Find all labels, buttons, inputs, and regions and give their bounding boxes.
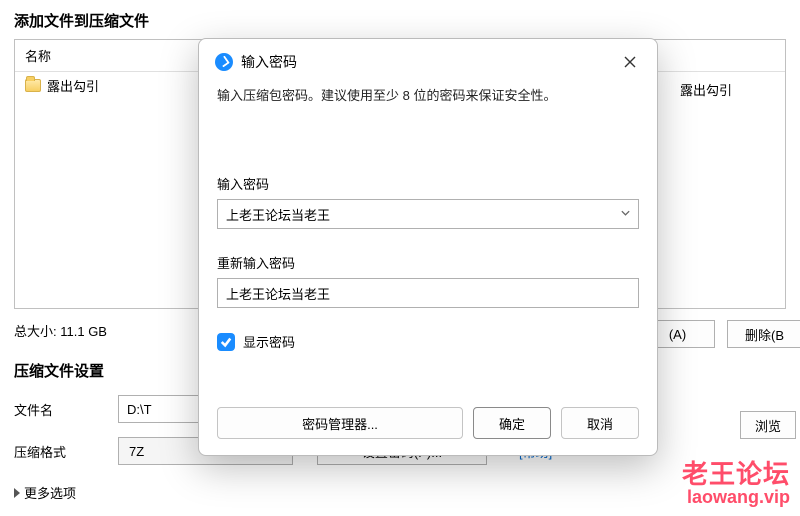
window-title: 添加文件到压缩文件 <box>14 10 786 31</box>
dialog-footer: 密码管理器... 确定 取消 <box>199 407 657 455</box>
close-icon <box>624 56 636 68</box>
check-icon <box>220 336 232 348</box>
confirm-password-label: 重新输入密码 <box>217 253 639 272</box>
confirm-password-input[interactable] <box>217 278 639 308</box>
main-action-buttons: (A) 删除(B <box>640 320 800 348</box>
delete-button[interactable]: 删除(B <box>727 320 800 348</box>
ok-button[interactable]: 确定 <box>473 407 551 439</box>
file-name-label: 露出勾引 <box>47 76 99 95</box>
password-input[interactable] <box>217 199 639 229</box>
password-label: 输入密码 <box>217 174 639 193</box>
close-button[interactable] <box>619 51 641 73</box>
show-password-label: 显示密码 <box>243 332 295 351</box>
show-password-row[interactable]: 显示密码 <box>217 332 639 351</box>
total-size-value: 11.1 GB <box>60 324 107 339</box>
cancel-button[interactable]: 取消 <box>561 407 639 439</box>
more-options-toggle[interactable]: 更多选项 <box>14 483 786 502</box>
filename-label: 文件名 <box>14 400 104 419</box>
dialog-header: 输入密码 <box>199 39 657 81</box>
password-manager-button[interactable]: 密码管理器... <box>217 407 463 439</box>
password-combo <box>217 199 639 229</box>
file-list-right-column: 露出勾引 <box>680 80 732 99</box>
format-label: 压缩格式 <box>14 442 104 461</box>
more-options-label: 更多选项 <box>24 483 76 502</box>
total-size-label: 总大小: <box>14 324 57 339</box>
folder-icon <box>25 79 41 92</box>
info-icon <box>215 53 233 71</box>
dialog-hint: 输入压缩包密码。建议使用至少 8 位的密码来保证安全性。 <box>217 85 639 104</box>
show-password-checkbox[interactable] <box>217 333 235 351</box>
browse-button[interactable]: 浏览 <box>740 411 796 439</box>
chevron-right-icon <box>14 488 20 498</box>
password-dialog: 输入密码 输入压缩包密码。建议使用至少 8 位的密码来保证安全性。 输入密码 重… <box>198 38 658 456</box>
dialog-title: 输入密码 <box>241 52 297 72</box>
dialog-body: 输入压缩包密码。建议使用至少 8 位的密码来保证安全性。 输入密码 重新输入密码… <box>199 81 657 407</box>
